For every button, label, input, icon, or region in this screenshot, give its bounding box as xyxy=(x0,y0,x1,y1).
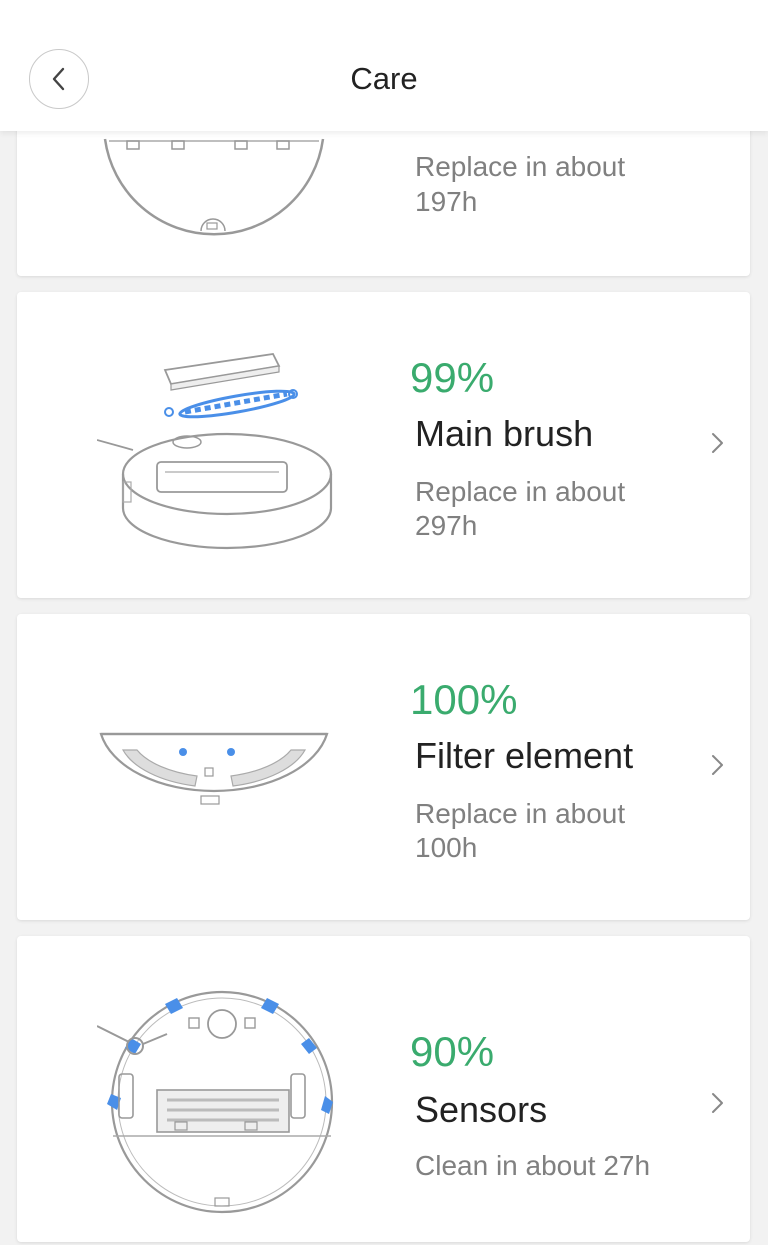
app-header: Care xyxy=(0,0,768,131)
care-item-sensors[interactable]: 90% Sensors Clean in about 27h xyxy=(17,936,750,1242)
item-remaining-line2: 197h xyxy=(415,186,478,217)
item-name: Filter element xyxy=(415,735,634,776)
item-name: Sensors xyxy=(415,1089,548,1130)
item-remaining-line1: Replace in about xyxy=(415,798,626,829)
chevron-right-icon xyxy=(712,433,723,453)
care-item-main-brush[interactable]: 99% Main brush Replace in about 297h xyxy=(17,292,750,598)
item-remaining-line2: 297h xyxy=(415,510,478,541)
side-brush-robot-icon xyxy=(103,138,325,236)
main-brush-icon xyxy=(97,353,333,550)
item-name: Main brush xyxy=(415,413,594,454)
care-item-side-brush[interactable]: Replace in about 197h xyxy=(17,131,750,276)
chevron-right-icon xyxy=(712,1093,723,1113)
item-remaining-line1: Replace in about xyxy=(415,476,626,507)
item-percent: 100% xyxy=(410,676,518,723)
care-item-filter-element[interactable]: 100% Filter element Replace in about 100… xyxy=(17,614,750,920)
filter-element-icon xyxy=(99,732,329,805)
chevron-right-icon xyxy=(712,755,723,775)
care-list[interactable]: Replace in about 197h 99% Main brush Rep… xyxy=(0,131,768,1245)
page-title: Care xyxy=(350,61,418,96)
item-remaining-line2: 100h xyxy=(415,832,478,863)
item-remaining-line1: Clean in about 27h xyxy=(415,1150,651,1181)
item-remaining-line1: Replace in about xyxy=(415,151,626,182)
sensors-icon xyxy=(97,990,334,1214)
item-percent: 90% xyxy=(410,1028,495,1075)
item-percent: 99% xyxy=(410,354,495,401)
